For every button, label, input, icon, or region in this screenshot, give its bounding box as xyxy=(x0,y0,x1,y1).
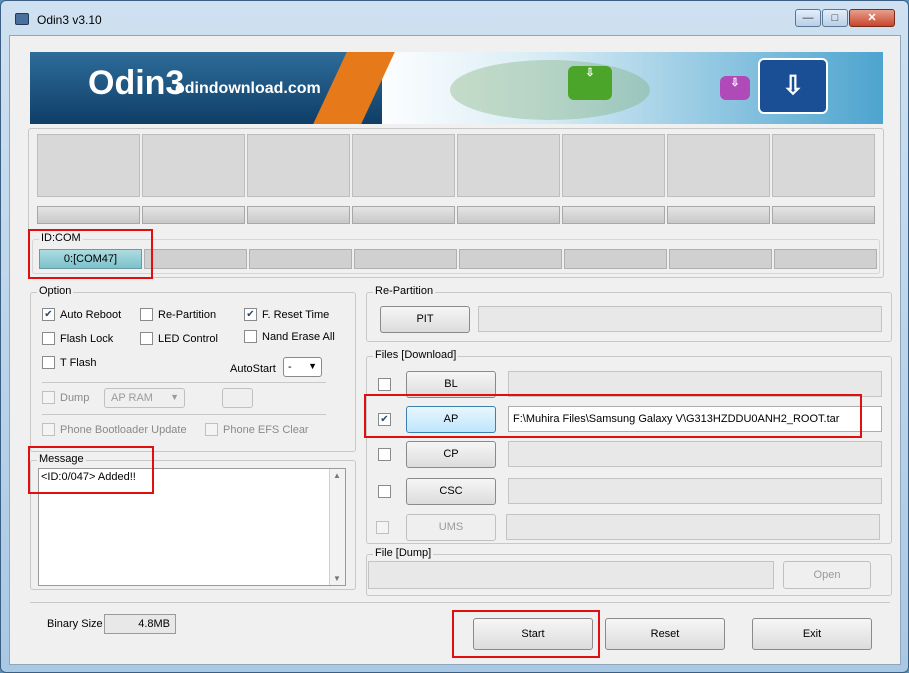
banner-logo: Odin3 xyxy=(88,64,185,102)
dropdown-arrow-icon: ▼ xyxy=(308,361,317,371)
dump-checkbox[interactable]: Dump xyxy=(42,391,89,404)
check-icon: ✔ xyxy=(42,308,55,321)
download-icon-blue: ⇩ xyxy=(758,58,828,114)
device-slot xyxy=(37,134,140,197)
highlight-ap xyxy=(364,394,862,438)
maximize-button[interactable]: □ xyxy=(822,9,848,27)
window-title: Odin3 v3.10 xyxy=(37,13,102,27)
minimize-button[interactable]: — xyxy=(795,9,821,27)
slot-progress-bar xyxy=(142,206,245,224)
com-cell-4 xyxy=(459,249,562,269)
odin-banner: Odin3 odindownload.com ⇩ ⇩ ⇩ xyxy=(30,52,883,124)
dump-button[interactable] xyxy=(222,388,253,408)
com-cell-1 xyxy=(144,249,247,269)
pit-path-field[interactable] xyxy=(478,306,882,332)
reset-button[interactable]: Reset xyxy=(605,618,725,650)
dump-select[interactable]: AP RAM ▼ xyxy=(104,388,185,408)
odin-window: Odin3 v3.10 — □ ✕ Odin3 odindownload.com… xyxy=(0,0,909,673)
csc-button[interactable]: CSC xyxy=(406,478,496,505)
t-flash-checkbox[interactable]: T Flash xyxy=(42,356,96,369)
slot-progress-bar xyxy=(667,206,770,224)
slot-progress-bar xyxy=(562,206,665,224)
re-partition-legend: Re-Partition xyxy=(373,285,436,297)
dropdown-arrow-icon: ▼ xyxy=(170,392,179,402)
banner-url: odindownload.com xyxy=(175,80,321,97)
option-legend: Option xyxy=(37,285,74,297)
cp-checkbox[interactable] xyxy=(378,448,391,461)
com-cell-6 xyxy=(669,249,772,269)
device-slot xyxy=(142,134,245,197)
slot-progress-bar xyxy=(772,206,875,224)
world-map-graphic xyxy=(450,60,650,120)
binary-size-label: Binary Size xyxy=(47,618,103,630)
download-icon-green: ⇩ xyxy=(568,66,612,100)
title-bar: Odin3 v3.10 — □ ✕ xyxy=(1,1,908,33)
device-slot xyxy=(772,134,875,197)
check-icon: ✔ xyxy=(244,308,257,321)
highlight-id-com xyxy=(28,229,153,279)
ums-path-field[interactable] xyxy=(506,514,880,540)
exit-button[interactable]: Exit xyxy=(752,618,872,650)
message-scrollbar[interactable]: ▲ ▼ xyxy=(329,469,345,585)
device-slot xyxy=(247,134,350,197)
re-partition-checkbox[interactable]: Re-Partition xyxy=(140,308,216,321)
files-download-legend: Files [Download] xyxy=(373,349,459,361)
close-button[interactable]: ✕ xyxy=(849,9,895,27)
auto-reboot-checkbox[interactable]: ✔ Auto Reboot xyxy=(42,308,121,321)
autostart-select[interactable]: - ▼ xyxy=(283,357,322,377)
com-cell-7 xyxy=(774,249,877,269)
com-cell-5 xyxy=(564,249,667,269)
com-cell-3 xyxy=(354,249,457,269)
dump-path-field[interactable] xyxy=(368,561,774,589)
highlight-start xyxy=(452,610,600,658)
nand-erase-all-checkbox[interactable]: Nand Erase All xyxy=(244,330,335,343)
slot-progress-bar xyxy=(37,206,140,224)
slot-progress-bar xyxy=(352,206,455,224)
bl-checkbox[interactable] xyxy=(378,378,391,391)
f-reset-time-checkbox[interactable]: ✔ F. Reset Time xyxy=(244,308,329,321)
flash-lock-checkbox[interactable]: Flash Lock xyxy=(42,332,113,345)
csc-checkbox[interactable] xyxy=(378,485,391,498)
com-cell-2 xyxy=(249,249,352,269)
device-slot xyxy=(457,134,560,197)
device-slot xyxy=(667,134,770,197)
app-icon xyxy=(15,13,29,25)
slot-progress-bar xyxy=(247,206,350,224)
scroll-down-icon[interactable]: ▼ xyxy=(333,574,341,583)
file-dump-legend: File [Dump] xyxy=(373,547,434,559)
binary-size-value: 4.8MB xyxy=(104,614,176,634)
csc-path-field[interactable] xyxy=(508,478,882,504)
cp-path-field[interactable] xyxy=(508,441,882,467)
client-area: Odin3 odindownload.com ⇩ ⇩ ⇩ ID:COM 0:[C… xyxy=(9,35,901,665)
highlight-message xyxy=(28,446,154,494)
led-control-checkbox[interactable]: LED Control xyxy=(140,332,218,345)
cp-button[interactable]: CP xyxy=(406,441,496,468)
device-slot xyxy=(562,134,665,197)
slot-progress-bar xyxy=(457,206,560,224)
download-icon-purple: ⇩ xyxy=(720,76,750,100)
phone-bootloader-update-checkbox[interactable]: Phone Bootloader Update xyxy=(42,423,187,436)
ums-checkbox[interactable] xyxy=(376,521,389,534)
autostart-label: AutoStart xyxy=(230,363,276,375)
scroll-up-icon[interactable]: ▲ xyxy=(333,471,341,480)
device-slot xyxy=(352,134,455,197)
pit-button[interactable]: PIT xyxy=(380,306,470,333)
open-button[interactable]: Open xyxy=(783,561,871,589)
phone-efs-clear-checkbox[interactable]: Phone EFS Clear xyxy=(205,423,309,436)
ums-button[interactable]: UMS xyxy=(406,514,496,541)
